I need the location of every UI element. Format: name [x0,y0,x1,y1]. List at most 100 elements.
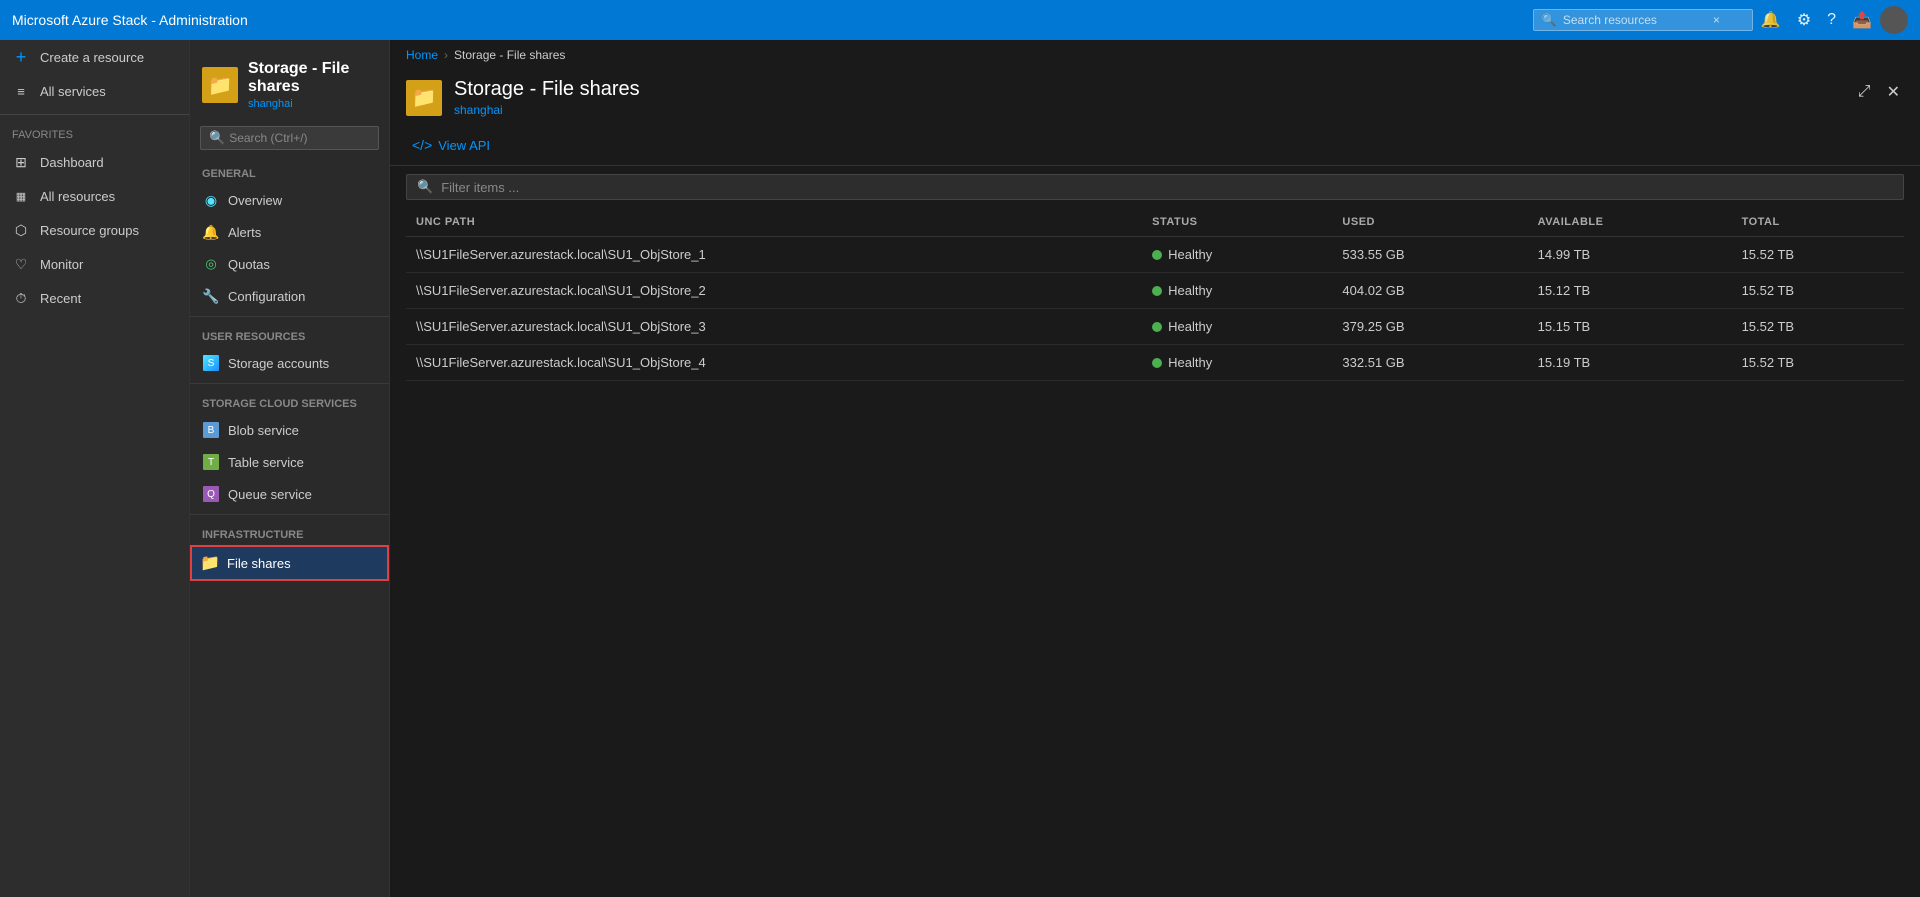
search-clear-icon[interactable]: × [1713,13,1720,27]
user-avatar[interactable] [1880,6,1908,34]
create-resource-button[interactable]: + Create a resource [0,40,189,74]
toolbar: </> View API [390,129,1920,166]
cell-used: 379.25 GB [1332,309,1527,345]
status-dot [1152,250,1162,260]
status-dot [1152,322,1162,332]
quotas-icon: ◎ [202,255,220,273]
app-title: Microsoft Azure Stack - Administration [12,12,1533,28]
status-text: Healthy [1168,247,1212,262]
table-row[interactable]: \\SU1FileServer.azurestack.local\SU1_Obj… [406,345,1904,381]
table-header-row: UNC PATH STATUS USED AVAILABLE TOTAL [406,208,1904,237]
nav-item-queue-service[interactable]: Q Queue service [190,478,389,510]
table-row[interactable]: \\SU1FileServer.azurestack.local\SU1_Obj… [406,273,1904,309]
nav-divider-2 [190,383,389,384]
file-shares-table: UNC PATH STATUS USED AVAILABLE TOTAL \\S… [406,208,1904,381]
section-user-resources-label: USER RESOURCES [190,321,389,347]
blob-icon: B [202,421,220,439]
help-button[interactable]: ? [1819,7,1844,33]
plus-icon: + [12,48,30,66]
header-actions: ⤢ ✕ [1854,78,1904,106]
feedback-button[interactable]: 📤 [1844,6,1880,34]
cell-used: 404.02 GB [1332,273,1527,309]
status-text: Healthy [1168,355,1212,370]
filter-input[interactable] [441,180,1893,195]
all-services-button[interactable]: ≡ All services [0,74,189,108]
nav-item-storage-accounts[interactable]: S Storage accounts [190,347,389,379]
recent-icon: ⏱ [12,289,30,307]
code-icon: </> [412,137,432,153]
cell-unc-path: \\SU1FileServer.azurestack.local\SU1_Obj… [406,345,1142,381]
notifications-button[interactable]: 🔔 [1753,6,1789,34]
sidebar: + Create a resource ≡ All services FAVOR… [0,40,190,897]
topbar: Microsoft Azure Stack - Administration 🔍… [0,0,1920,40]
resource-groups-icon: ⬡ [12,221,30,239]
nav-item-blob-service[interactable]: B Blob service [190,414,389,446]
col-unc-path: UNC PATH [406,208,1142,237]
cell-unc-path: \\SU1FileServer.azurestack.local\SU1_Obj… [406,309,1142,345]
search-input[interactable] [1563,13,1713,27]
nav-search-input[interactable] [229,131,370,145]
table-body: \\SU1FileServer.azurestack.local\SU1_Obj… [406,237,1904,381]
cell-available: 15.12 TB [1528,273,1732,309]
nav-divider-3 [190,514,389,515]
sidebar-item-dashboard[interactable]: ⊞ Dashboard [0,145,189,179]
main-content: Home › Storage - File shares 📁 Storage -… [390,40,1920,897]
content-title-area: 📁 Storage - File shares shanghai [406,78,640,117]
nav-item-file-shares[interactable]: 📁 File shares [190,545,389,581]
table-icon: T [202,453,220,471]
all-resources-icon: ▦ [12,187,30,205]
search-icon: 🔍 [1542,13,1557,27]
config-icon: 🔧 [202,287,220,305]
col-status: STATUS [1142,208,1332,237]
page-title: Storage - File shares [454,78,640,101]
resource-nav-header: 📁 Storage - File shares shanghai [190,40,389,118]
file-shares-table-container: UNC PATH STATUS USED AVAILABLE TOTAL \\S… [390,208,1920,897]
filter-bar: 🔍 [390,166,1920,208]
resource-nav-panel: 📁 Storage - File shares shanghai 🔍 GENER… [190,40,390,897]
cell-used: 332.51 GB [1332,345,1527,381]
settings-button[interactable]: ⚙ [1789,6,1819,34]
table-row[interactable]: \\SU1FileServer.azurestack.local\SU1_Obj… [406,309,1904,345]
search-bar[interactable]: 🔍 × [1533,9,1753,31]
filter-input-container: 🔍 [406,174,1904,200]
section-storage-cloud-label: STORAGE CLOUD SERVICES [190,388,389,414]
favorites-label: FAVORITES [0,121,189,145]
dashboard-icon: ⊞ [12,153,30,171]
sidebar-item-recent[interactable]: ⏱ Recent [0,281,189,315]
status-text: Healthy [1168,283,1212,298]
cell-unc-path: \\SU1FileServer.azurestack.local\SU1_Obj… [406,237,1142,273]
breadcrumb-home[interactable]: Home [406,48,438,62]
overview-icon: ◉ [202,191,220,209]
cell-total: 15.52 TB [1732,237,1904,273]
nav-item-configuration[interactable]: 🔧 Configuration [190,280,389,312]
status-dot [1152,286,1162,296]
nav-item-overview[interactable]: ◉ Overview [190,184,389,216]
resource-header-icon: 📁 [202,67,238,103]
sidebar-item-all-resources[interactable]: ▦ All resources [0,179,189,213]
cell-used: 533.55 GB [1332,237,1527,273]
cell-total: 15.52 TB [1732,345,1904,381]
resource-nav-title: Storage - File shares [248,60,377,96]
content-header: 📁 Storage - File shares shanghai ⤢ ✕ [390,70,1920,129]
view-api-button[interactable]: </> View API [406,133,496,157]
sidebar-item-monitor[interactable]: ♡ Monitor [0,247,189,281]
cell-available: 14.99 TB [1528,237,1732,273]
maximize-button[interactable]: ⤢ [1854,78,1875,106]
nav-item-quotas[interactable]: ◎ Quotas [190,248,389,280]
table-row[interactable]: \\SU1FileServer.azurestack.local\SU1_Obj… [406,237,1904,273]
close-button[interactable]: ✕ [1883,78,1904,106]
nav-item-table-service[interactable]: T Table service [190,446,389,478]
nav-search-icon: 🔍 [209,130,225,146]
breadcrumb-current: Storage - File shares [454,48,565,62]
status-text: Healthy [1168,319,1212,334]
col-total: TOTAL [1732,208,1904,237]
nav-divider-1 [190,316,389,317]
sidebar-item-resource-groups[interactable]: ⬡ Resource groups [0,213,189,247]
resource-nav-search[interactable]: 🔍 [200,126,379,150]
col-available: AVAILABLE [1528,208,1732,237]
status-dot [1152,358,1162,368]
col-used: USED [1332,208,1527,237]
cell-unc-path: \\SU1FileServer.azurestack.local\SU1_Obj… [406,273,1142,309]
nav-item-alerts[interactable]: 🔔 Alerts [190,216,389,248]
cell-available: 15.19 TB [1528,345,1732,381]
